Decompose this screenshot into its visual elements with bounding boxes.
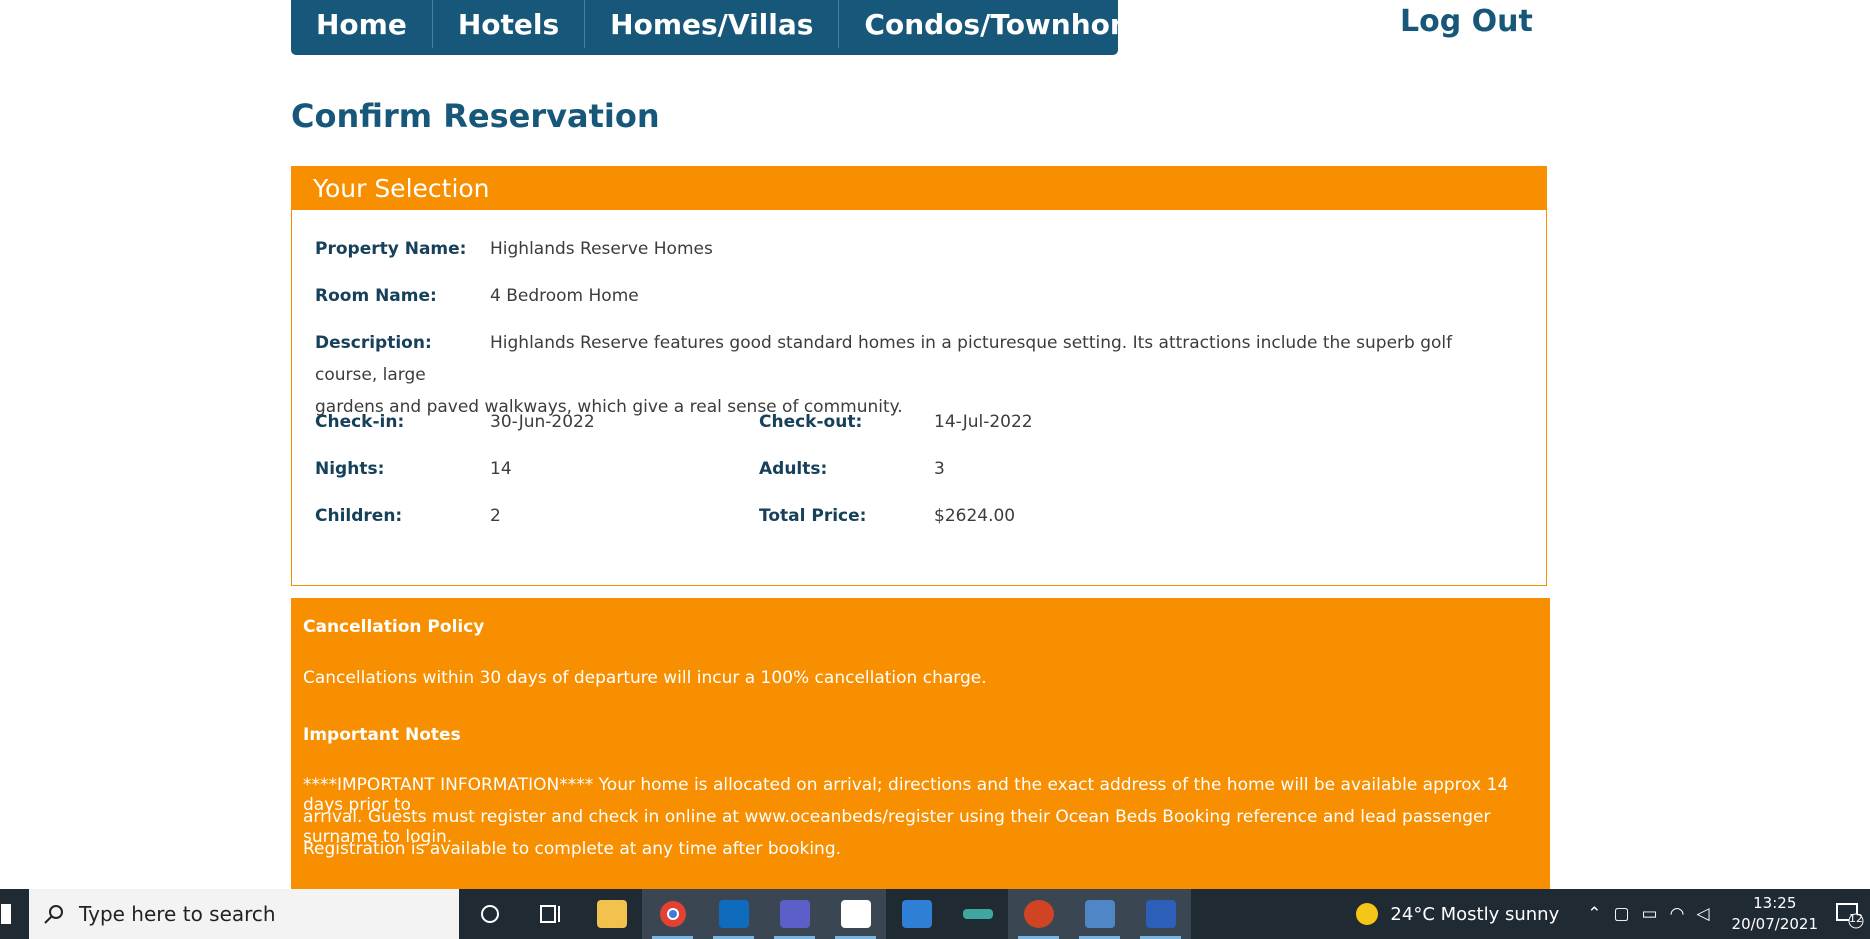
description-label: Description: [315, 333, 432, 353]
property-name-row: Property Name: Highlands Reserve Homes [315, 233, 713, 265]
room-name-label: Room Name: [315, 286, 437, 306]
checkin-label: Check-in: [315, 412, 405, 432]
nav-hotels[interactable]: Hotels [433, 0, 586, 48]
children-value: 2 [490, 506, 501, 526]
notification-count: 12 [1849, 912, 1863, 925]
total-price-label: Total Price: [759, 506, 867, 526]
file-explorer-button[interactable] [581, 889, 642, 939]
checkin-value: 30-Jun-2022 [490, 412, 595, 432]
total-price-row: Total Price: $2624.00 [759, 500, 1015, 532]
property-name-label: Property Name: [315, 239, 467, 259]
weather-sun-icon [1356, 903, 1379, 925]
outlook-button[interactable] [703, 889, 764, 939]
cancellation-heading: Cancellation Policy [303, 617, 485, 637]
task-view-icon [539, 905, 560, 923]
page-title: Confirm Reservation [291, 97, 660, 135]
room-name-value: 4 Bedroom Home [490, 286, 639, 306]
photos-icon [840, 900, 871, 928]
nights-label: Nights: [315, 459, 385, 479]
checkin-row: Check-in: 30-Jun-2022 [315, 406, 595, 438]
file-explorer-icon [596, 900, 627, 928]
checkout-value: 14-Jul-2022 [934, 412, 1033, 432]
chrome-icon [659, 901, 686, 927]
notification-center-button[interactable]: 12 [1834, 899, 1864, 929]
power-automate-icon [901, 900, 932, 928]
system-tray: 24°C Mostly sunny ⌃ ▢ ▭ ◠ ◁ 13:25 20/07/… [1356, 889, 1870, 939]
volume-icon[interactable]: ◁ [1696, 904, 1709, 924]
cortana-icon [480, 905, 499, 923]
children-row: Children: 2 [315, 500, 501, 532]
word-button[interactable] [1130, 889, 1191, 939]
remote-desktop-icon [1084, 900, 1115, 928]
teams-button[interactable] [764, 889, 825, 939]
nights-value: 14 [490, 459, 512, 479]
notes-heading: Important Notes [303, 725, 461, 745]
wifi-icon[interactable]: ◠ [1670, 904, 1685, 924]
start-button[interactable] [0, 889, 29, 939]
nav-condos-townhomes[interactable]: Condos/Townhomes [839, 0, 1199, 48]
battery-icon[interactable]: ▭ [1642, 904, 1658, 924]
adults-row: Adults: 3 [759, 453, 945, 485]
meet-now-icon[interactable]: ▢ [1613, 904, 1629, 924]
main-nav: Home Hotels Homes/Villas Condos/Townhome… [291, 0, 1175, 55]
checkout-row: Check-out: 14-Jul-2022 [759, 406, 1033, 438]
clock-time: 13:25 [1753, 894, 1797, 912]
word-icon [1145, 900, 1176, 928]
notes-line-3: Registration is available to complete at… [303, 839, 842, 859]
policy-box: Cancellation Policy Cancellations within… [291, 598, 1550, 890]
app-button[interactable] [947, 889, 1008, 939]
checkout-label: Check-out: [759, 412, 863, 432]
property-name-value: Highlands Reserve Homes [490, 239, 713, 259]
app-icon [962, 909, 993, 919]
clock-date: 20/07/2021 [1731, 915, 1818, 933]
cortana-button[interactable] [459, 889, 520, 939]
children-label: Children: [315, 506, 403, 526]
adults-value: 3 [934, 459, 945, 479]
taskbar-search[interactable]: Type here to search [29, 889, 459, 939]
weather-text: 24°C Mostly sunny [1390, 903, 1560, 925]
adults-label: Adults: [759, 459, 828, 479]
weather-widget[interactable]: 24°C Mostly sunny [1356, 903, 1559, 925]
task-view-button[interactable] [520, 889, 581, 939]
selection-header: Your Selection [292, 167, 1546, 210]
nav-home[interactable]: Home [291, 0, 433, 48]
selection-panel: Your Selection Property Name: Highlands R… [291, 166, 1547, 586]
photos-button[interactable] [825, 889, 886, 939]
teams-icon [779, 900, 810, 928]
outlook-icon [718, 900, 749, 928]
nights-row: Nights: 14 [315, 453, 512, 485]
powerpoint-icon [1023, 900, 1054, 928]
chevron-up-icon[interactable]: ⌃ [1587, 904, 1601, 924]
remote-desktop-button[interactable] [1069, 889, 1130, 939]
clock[interactable]: 13:25 20/07/2021 [1732, 893, 1818, 935]
taskbar: Type here to search 24°C Mostly sunny ⌃ … [0, 889, 1870, 939]
search-placeholder: Type here to search [79, 902, 276, 926]
search-icon [44, 905, 63, 924]
cancellation-text: Cancellations within 30 days of departur… [303, 668, 987, 688]
total-price-value: $2624.00 [934, 506, 1016, 526]
logout-link[interactable]: Log Out [1400, 4, 1533, 39]
nav-homes-villas[interactable]: Homes/Villas [585, 0, 840, 48]
power-automate-button[interactable] [886, 889, 947, 939]
powerpoint-button[interactable] [1008, 889, 1069, 939]
chrome-button[interactable] [642, 889, 703, 939]
room-name-row: Room Name: 4 Bedroom Home [315, 280, 639, 312]
windows-icon [0, 904, 11, 924]
